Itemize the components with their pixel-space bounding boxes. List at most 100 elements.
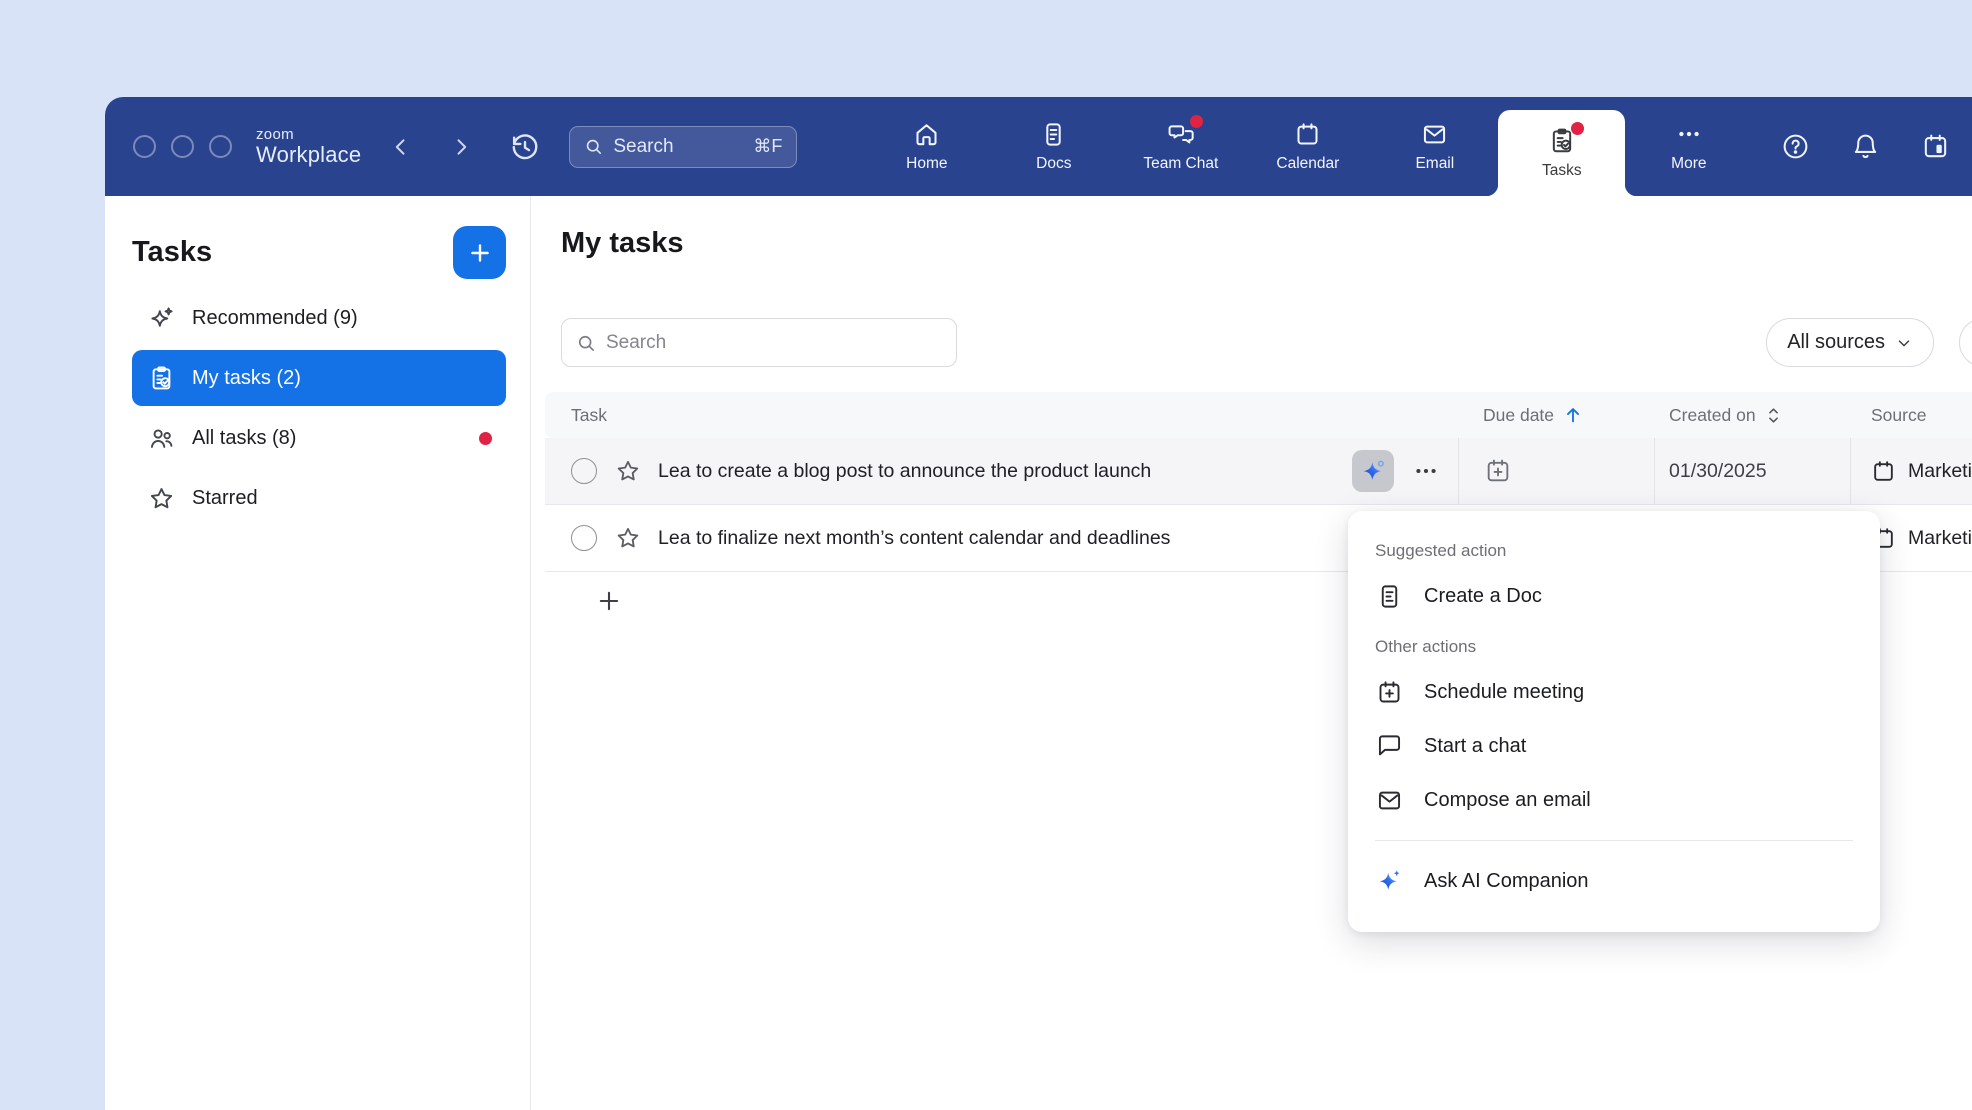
bell-icon — [1851, 132, 1880, 161]
window-control-dot[interactable] — [171, 135, 194, 158]
column-header-task: Task — [545, 392, 1459, 438]
zoom-workplace-logo: zoom Workplace — [256, 127, 361, 166]
task-title: Lea to create a blog post to announce th… — [658, 460, 1151, 483]
toolbar: All sources — [545, 318, 1971, 367]
sidebar-item-starred[interactable]: Starred — [132, 470, 506, 526]
sort-ascending-icon — [1562, 404, 1584, 426]
app-window: zoom Workplace Search ⌘F — [105, 97, 1972, 1110]
navbar-search-placeholder: Search — [613, 136, 673, 158]
logo-zoom-text: zoom — [256, 127, 361, 143]
notification-badge — [1190, 115, 1203, 128]
chevron-left-icon — [391, 137, 411, 157]
star-button[interactable] — [614, 525, 641, 552]
nav-items: Home Docs Team Chat Calendar — [863, 97, 1752, 196]
star-icon — [148, 485, 175, 512]
source-label: Marketing — [1908, 460, 1972, 483]
search-icon — [584, 137, 603, 156]
menu-divider — [1375, 840, 1853, 841]
menu-item-compose-email[interactable]: Compose an email — [1375, 773, 1853, 827]
calendar-plus-icon — [1375, 678, 1404, 707]
ai-sparkle-icon — [1375, 867, 1404, 896]
notifications-button[interactable] — [1850, 132, 1880, 162]
search-shortcut: ⌘F — [753, 136, 782, 157]
tasks-icon — [1548, 127, 1576, 155]
chevron-right-icon — [451, 137, 471, 157]
menu-item-label: Ask AI Companion — [1424, 870, 1589, 893]
navbar-right-actions — [1780, 132, 1950, 162]
calendar-icon — [1294, 120, 1322, 148]
menu-item-ask-ai-companion[interactable]: Ask AI Companion — [1375, 854, 1853, 908]
calendar-panel-button[interactable] — [1920, 132, 1950, 162]
star-button[interactable] — [614, 458, 641, 485]
menu-item-schedule-meeting[interactable]: Schedule meeting — [1375, 665, 1853, 719]
nav-item-team-chat[interactable]: Team Chat — [1117, 97, 1244, 196]
column-header-due-date[interactable]: Due date — [1459, 392, 1655, 438]
nav-item-tasks[interactable]: Tasks — [1498, 110, 1625, 196]
history-button[interactable] — [509, 131, 541, 163]
window-control-dot[interactable] — [133, 135, 156, 158]
search-icon — [576, 333, 596, 353]
nav-item-more[interactable]: More — [1625, 97, 1752, 196]
nav-item-email[interactable]: Email — [1371, 97, 1498, 196]
sidebar-item-recommended[interactable]: Recommended (9) — [132, 290, 506, 346]
task-action-menu: Suggested action Create a Doc Other acti… — [1348, 511, 1880, 932]
help-button[interactable] — [1780, 132, 1810, 162]
task-search-input[interactable] — [606, 332, 942, 354]
email-icon — [1375, 786, 1404, 815]
add-due-date-button[interactable] — [1483, 456, 1513, 486]
navbar-search[interactable]: Search ⌘F — [569, 126, 797, 168]
chat-icon — [1375, 732, 1404, 761]
window-controls — [133, 135, 232, 158]
history-icon — [510, 132, 540, 162]
page-title: My tasks — [561, 226, 1972, 260]
team-chat-icon — [1167, 120, 1195, 148]
sidebar-item-all-tasks[interactable]: All tasks (8) — [132, 410, 506, 466]
back-button[interactable] — [387, 133, 415, 161]
calendar-icon — [1871, 459, 1896, 484]
row-more-button[interactable] — [1412, 457, 1440, 485]
task-row[interactable]: Lea to create a blog post to announce th… — [545, 438, 1972, 505]
ai-sparkle-icon — [1360, 458, 1387, 485]
task-search — [561, 318, 957, 367]
nav-item-label: Calendar — [1276, 155, 1339, 173]
task-title: Lea to finalize next month’s content cal… — [658, 527, 1170, 550]
nav-item-label: Team Chat — [1143, 155, 1218, 173]
sources-filter-label: All sources — [1787, 331, 1885, 354]
sparkle-icon — [148, 305, 175, 332]
sources-filter-dropdown[interactable]: All sources — [1766, 318, 1934, 367]
sidebar-item-label: My tasks (2) — [192, 367, 301, 390]
people-icon — [148, 425, 175, 452]
sidebar-list: Recommended (9) My tasks (2) All tasks (… — [132, 290, 506, 526]
filter-button-partial[interactable] — [1959, 318, 1972, 367]
task-checkbox[interactable] — [571, 458, 597, 484]
column-header-created-on[interactable]: Created on — [1655, 392, 1851, 438]
doc-icon — [1375, 582, 1404, 611]
menu-item-label: Compose an email — [1424, 789, 1591, 812]
sidebar-item-label: All tasks (8) — [192, 427, 296, 450]
new-task-button[interactable] — [453, 226, 506, 279]
task-checkbox[interactable] — [571, 525, 597, 551]
nav-item-label: Home — [906, 155, 947, 173]
source-label: Marketing — [1908, 527, 1972, 550]
more-icon — [1675, 120, 1703, 148]
chevron-down-icon — [1895, 334, 1913, 352]
ai-companion-button[interactable] — [1352, 450, 1394, 492]
nav-item-calendar[interactable]: Calendar — [1244, 97, 1371, 196]
clipboard-check-icon — [148, 365, 175, 392]
window-control-dot[interactable] — [209, 135, 232, 158]
sort-icon — [1764, 406, 1783, 425]
question-icon — [1781, 132, 1810, 161]
nav-item-docs[interactable]: Docs — [990, 97, 1117, 196]
menu-item-label: Create a Doc — [1424, 585, 1542, 608]
docs-icon — [1040, 120, 1068, 148]
menu-item-start-chat[interactable]: Start a chat — [1375, 719, 1853, 773]
menu-item-create-doc[interactable]: Create a Doc — [1375, 569, 1853, 623]
forward-button[interactable] — [447, 133, 475, 161]
nav-item-label: Docs — [1036, 155, 1071, 173]
unread-dot — [479, 432, 492, 445]
plus-icon — [595, 587, 623, 615]
nav-item-home[interactable]: Home — [863, 97, 990, 196]
home-icon — [913, 120, 941, 148]
sidebar-item-my-tasks[interactable]: My tasks (2) — [132, 350, 506, 406]
menu-item-label: Start a chat — [1424, 735, 1526, 758]
